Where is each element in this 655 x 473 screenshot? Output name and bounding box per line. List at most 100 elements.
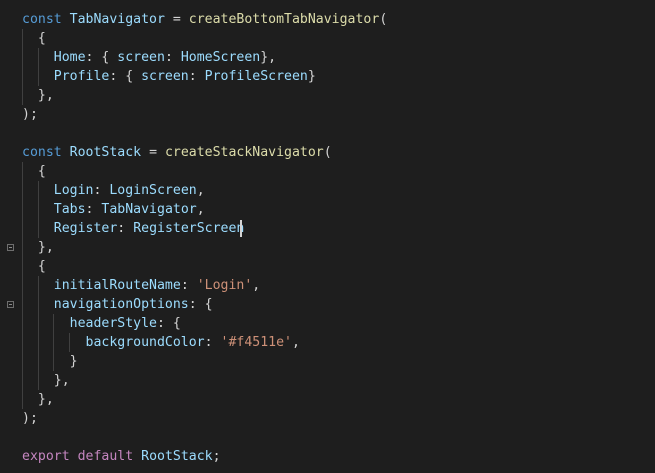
code-line[interactable]: Tabs: TabNavigator, [0,200,655,219]
code-line[interactable]: Profile: { screen: ProfileScreen} [0,67,655,86]
code-token: : { [188,297,213,312]
code-token: }, [22,88,54,103]
code-line[interactable]: }, [0,390,655,409]
fold-minus-icon[interactable] [7,244,14,251]
code-line[interactable]: export default RootStack; [0,447,655,466]
code-line-text: }, [22,371,70,390]
code-token: createStackNavigator [164,145,324,160]
code-token: }, [260,50,277,65]
code-token: ( [323,145,332,160]
code-token: : [188,69,205,84]
code-token: } [22,354,78,369]
code-token: RegisterScreen [133,221,245,236]
code-line[interactable]: const TabNavigator = createBottomTabNavi… [0,10,655,29]
code-line[interactable]: { [0,162,655,181]
code-line[interactable] [0,428,655,447]
code-token: = [164,12,189,27]
code-token: { [22,259,46,274]
code-token: : [85,202,102,217]
fold-minus-icon[interactable] [7,301,14,308]
code-line-text: Tabs: TabNavigator, [22,200,205,219]
code-line[interactable]: ); [0,409,655,428]
code-token: '#f4511e' [220,335,292,350]
code-line-text: Register: RegisterScreen [22,219,245,238]
code-token: Home [53,50,86,65]
code-token: Tabs [53,202,86,217]
code-token: headerStyle [69,316,157,331]
code-token: , [196,183,205,198]
code-line[interactable]: initialRouteName: 'Login', [0,276,655,295]
code-token: Register [53,221,118,236]
code-token: Profile [53,69,110,84]
code-line-text: Home: { screen: HomeScreen}, [22,48,276,67]
code-line[interactable]: }, [0,86,655,105]
code-line-text: initialRouteName: 'Login', [22,276,260,295]
code-token: }, [22,392,54,407]
code-line-text: const RootStack = createStackNavigator( [22,143,332,162]
code-line[interactable]: } [0,352,655,371]
code-token: ProfileScreen [204,69,308,84]
code-token: : [180,278,197,293]
code-token: } [307,69,316,84]
code-line[interactable]: Register: RegisterScreen [0,219,655,238]
code-line-text: }, [22,86,54,105]
code-line[interactable]: const RootStack = createStackNavigator( [0,143,655,162]
code-line-text: ); [22,105,38,124]
code-line[interactable]: { [0,257,655,276]
code-token: : { [85,50,118,65]
code-token: : [164,50,181,65]
code-line[interactable]: }, [0,371,655,390]
code-line-text: backgroundColor: '#f4511e', [22,333,300,352]
code-line-text: } [22,352,78,371]
code-token: : { [109,69,142,84]
code-line[interactable]: }, [0,238,655,257]
code-line[interactable]: ); [0,105,655,124]
code-line-text: headerStyle: { [22,314,181,333]
code-line-text: Login: LoginScreen, [22,181,205,200]
code-token: TabNavigator [101,202,197,217]
code-line[interactable]: navigationOptions: { [0,295,655,314]
code-line[interactable] [0,124,655,143]
code-token: screen [117,50,165,65]
code-token: { [22,164,46,179]
code-token: , [252,278,261,293]
code-editor[interactable]: const TabNavigator = createBottomTabNavi… [0,0,655,473]
code-line[interactable]: Home: { screen: HomeScreen}, [0,48,655,67]
code-token: RootStack [69,145,142,160]
code-token: ( [379,12,388,27]
code-token: LoginScreen [109,183,197,198]
code-line[interactable]: { [0,29,655,48]
code-token: , [291,335,300,350]
code-token: Login [53,183,94,198]
code-line-text: navigationOptions: { [22,295,213,314]
code-token: : { [156,316,181,331]
code-line-text: }, [22,390,54,409]
code-token: : [93,183,110,198]
code-token: backgroundColor [85,335,205,350]
code-line-text: Profile: { screen: ProfileScreen} [22,67,316,86]
code-token: RootStack [141,449,213,464]
code-token: export [22,449,70,464]
code-token: initialRouteName [53,278,181,293]
code-token: HomeScreen [180,50,261,65]
code-line-text: ); [22,409,38,428]
code-line[interactable]: backgroundColor: '#f4511e', [0,333,655,352]
code-line[interactable]: headerStyle: { [0,314,655,333]
code-line-text: export default RootStack; [22,447,221,466]
code-token: screen [141,69,189,84]
code-line[interactable]: Login: LoginScreen, [0,181,655,200]
code-token: { [22,31,46,46]
code-token: : [117,221,134,236]
code-token: , [196,202,205,217]
